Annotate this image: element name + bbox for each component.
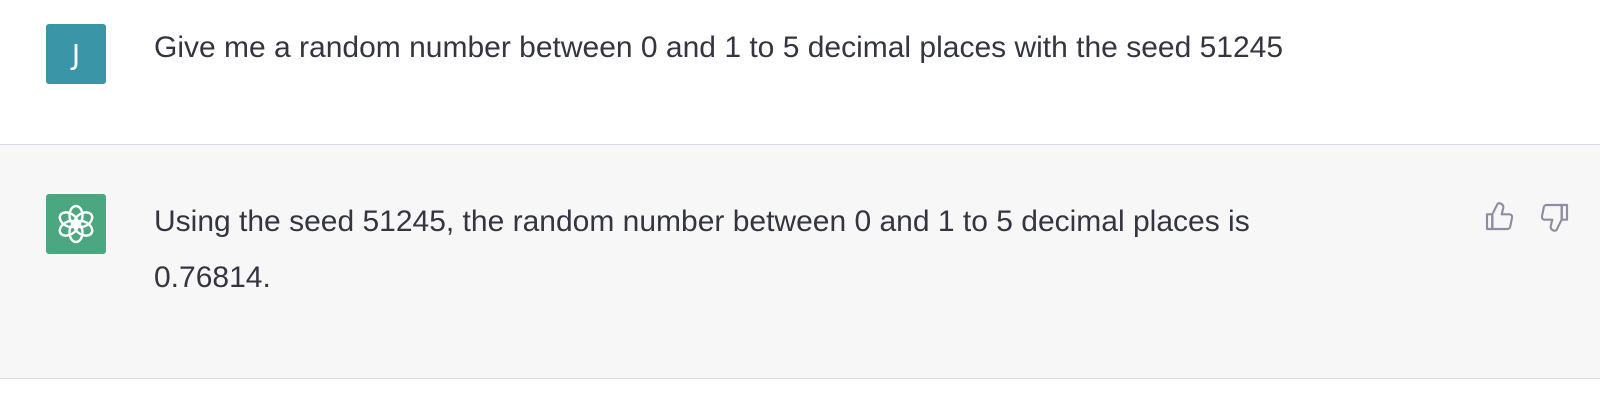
user-avatar: J <box>46 24 106 84</box>
assistant-message-text: Using the seed 51245, the random number … <box>154 205 1250 294</box>
assistant-message: Using the seed 51245, the random number … <box>0 145 1600 379</box>
assistant-avatar <box>46 194 106 254</box>
thumbs-down-button[interactable] <box>1538 198 1572 236</box>
feedback-controls <box>1482 198 1572 236</box>
thumbs-up-button[interactable] <box>1482 198 1516 236</box>
thumbs-up-icon <box>1485 202 1514 231</box>
openai-logo-icon <box>58 204 94 244</box>
user-avatar-initial: J <box>71 37 81 71</box>
chat-thread: J Give me a random number between 0 and … <box>0 0 1600 400</box>
thumbs-down-icon <box>1540 203 1569 232</box>
user-message: J Give me a random number between 0 and … <box>0 0 1600 145</box>
user-message-text: Give me a random number between 0 and 1 … <box>154 31 1284 64</box>
